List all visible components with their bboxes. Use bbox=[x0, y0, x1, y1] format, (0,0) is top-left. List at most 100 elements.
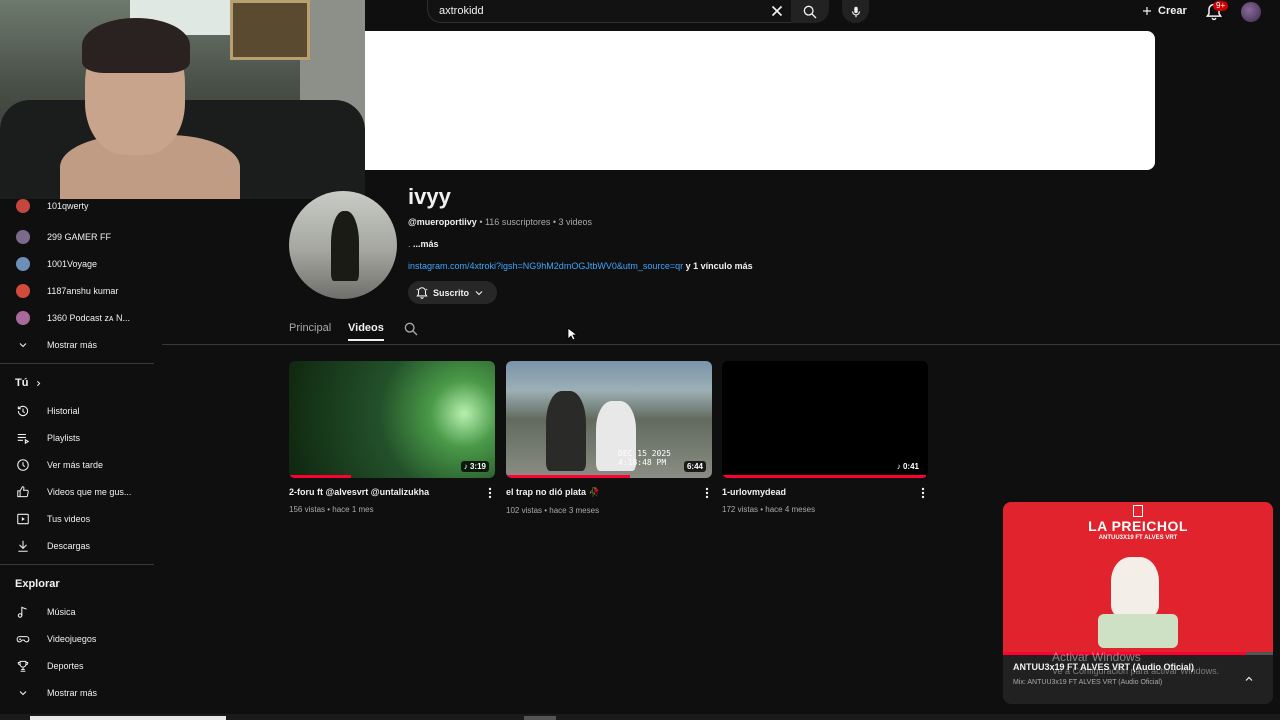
sidebar-item-music[interactable]: Música bbox=[0, 598, 154, 625]
webcam-picture-frame bbox=[230, 0, 310, 60]
taskbar-active-item[interactable] bbox=[30, 716, 226, 720]
search-icon[interactable] bbox=[403, 321, 419, 337]
notifications-badge: 9+ bbox=[1213, 1, 1229, 11]
channel-avatar bbox=[15, 229, 31, 245]
search-input-value[interactable]: axtrokidd bbox=[439, 5, 484, 17]
video-card[interactable]: ♪ 3:19 2-foru ft @alvesvrt @untalizukha … bbox=[289, 361, 495, 514]
sidebar-subscription[interactable]: 1001Voyage bbox=[0, 250, 154, 277]
video-card[interactable]: ♪ 0:41 1-urlovmydead 172 vistas • hace 4… bbox=[722, 361, 928, 514]
tab-videos[interactable]: Videos bbox=[348, 322, 384, 341]
sidebar-item-label: 1001Voyage bbox=[47, 258, 98, 269]
thumbnail-date-stamp: DEC 15 2025 4:18:48 PM bbox=[618, 449, 671, 467]
sidebar-subscription[interactable]: 299 GAMER FF bbox=[0, 223, 154, 250]
sidebar-item-label: Descargas bbox=[47, 540, 91, 551]
sidebar-item-gaming[interactable]: Videojuegos bbox=[0, 625, 154, 652]
create-button[interactable]: Crear bbox=[1135, 0, 1195, 22]
subscribed-button-label: Suscrito bbox=[433, 287, 470, 298]
sidebar-item-label: Deportes bbox=[47, 660, 84, 671]
more-options-icon[interactable] bbox=[703, 487, 711, 499]
thumbs-up-icon bbox=[15, 484, 31, 500]
chevron-down-icon bbox=[475, 290, 483, 295]
webcam-overlay bbox=[0, 0, 365, 199]
duration-value: 0:41 bbox=[902, 462, 919, 471]
sidebar-divider bbox=[0, 363, 154, 364]
clock-icon bbox=[15, 457, 31, 473]
sidebar-item-playlists[interactable]: Playlists bbox=[0, 424, 154, 451]
sidebar-item-history[interactable]: Historial bbox=[0, 397, 154, 424]
sidebar-item-label: 1360 Podcast ᴢᴀ N... bbox=[47, 312, 131, 323]
video-thumbnail[interactable]: ♪ 0:41 bbox=[722, 361, 928, 478]
voice-search-button[interactable] bbox=[842, 0, 869, 23]
search-button[interactable] bbox=[791, 0, 829, 23]
sidebar-item-your-videos[interactable]: Tus videos bbox=[0, 505, 154, 532]
video-title[interactable]: 2-foru ft @alvesvrt @untalizukha bbox=[289, 487, 475, 497]
chevron-right-icon bbox=[37, 380, 41, 386]
duration-value: 3:19 bbox=[469, 462, 486, 471]
thumbnail-person bbox=[546, 391, 586, 471]
channel-more-links[interactable]: y 1 vínculo más bbox=[686, 261, 753, 271]
channel-handle: @mueroportiivy bbox=[408, 217, 477, 227]
more-options-icon[interactable] bbox=[919, 487, 927, 499]
history-icon bbox=[15, 403, 31, 419]
channel-avatar[interactable] bbox=[289, 191, 397, 299]
more-options-icon[interactable] bbox=[486, 487, 494, 499]
video-card[interactable]: DEC 15 2025 4:18:48 PM 6:44 el trap no d… bbox=[506, 361, 712, 515]
sidebar-you-heading[interactable]: Tú bbox=[0, 369, 154, 397]
miniplayer-subtitle: Mix: ANTUU3x19 FT ALVES VRT (Audio Ofici… bbox=[1013, 679, 1163, 686]
taskbar-item[interactable] bbox=[524, 716, 556, 720]
sidebar-item-watch-later[interactable]: Ver más tarde bbox=[0, 451, 154, 478]
chevron-up-icon[interactable] bbox=[1243, 673, 1255, 685]
bell-icon bbox=[416, 286, 428, 299]
video-duration: 6:44 bbox=[683, 461, 706, 472]
album-logo-icon bbox=[1133, 505, 1143, 517]
create-button-label: Crear bbox=[1158, 5, 1187, 17]
sidebar-item-label: 1187anshu kumar bbox=[47, 285, 119, 296]
channel-links: instagram.com/4xtroki?igsh=NG9hM2dmOGJtb… bbox=[408, 261, 753, 271]
sidebar-show-more[interactable]: Mostrar más bbox=[0, 331, 154, 358]
sidebar-item-downloads[interactable]: Descargas bbox=[0, 532, 154, 559]
sidebar-heading-label: Explorar bbox=[15, 578, 60, 590]
download-icon bbox=[15, 538, 31, 554]
sidebar-item-liked-videos[interactable]: Videos que me gus... bbox=[0, 478, 154, 505]
sidebar-item-sports[interactable]: Deportes bbox=[0, 652, 154, 679]
account-avatar[interactable] bbox=[1241, 2, 1261, 22]
sidebar-item-label: Playlists bbox=[47, 432, 81, 443]
channel-link[interactable]: instagram.com/4xtroki?igsh=NG9hM2dmOGJtb… bbox=[408, 261, 683, 271]
tab-principal[interactable]: Principal bbox=[289, 322, 331, 334]
sidebar-item-label: Tus videos bbox=[47, 513, 91, 524]
channel-banner bbox=[365, 31, 1155, 170]
channel-avatar bbox=[15, 310, 31, 326]
channel-description-more[interactable]: ...más bbox=[413, 239, 439, 249]
sidebar-subscription[interactable]: 1187anshu kumar bbox=[0, 277, 154, 304]
channel-description[interactable]: . ...más bbox=[408, 239, 439, 249]
search-input[interactable]: axtrokidd bbox=[427, 0, 791, 23]
search-icon bbox=[803, 5, 817, 18]
sidebar-show-more[interactable]: Mostrar más bbox=[0, 679, 154, 706]
video-title[interactable]: el trap no dió plata 🥀 bbox=[506, 487, 692, 498]
sidebar-item-label: Mostrar más bbox=[47, 687, 98, 698]
channel-name: ivyy bbox=[408, 184, 451, 209]
sidebar-subscription[interactable]: 101qwerty bbox=[0, 199, 154, 213]
video-meta: 156 vistas • hace 1 mes bbox=[289, 505, 374, 514]
sidebar-item-label: Mostrar más bbox=[47, 339, 98, 350]
video-title[interactable]: 1-urlovmydead bbox=[722, 487, 908, 497]
close-icon[interactable] bbox=[768, 2, 786, 20]
your-videos-icon bbox=[15, 511, 31, 527]
sidebar-subscription[interactable]: 1360 Podcast ᴢᴀ N... bbox=[0, 304, 154, 331]
trophy-icon bbox=[15, 658, 31, 674]
subscribed-button[interactable]: Suscrito bbox=[408, 281, 497, 304]
watch-progress bbox=[289, 475, 351, 478]
sidebar-explore-heading: Explorar bbox=[0, 570, 154, 598]
video-thumbnail[interactable]: DEC 15 2025 4:18:48 PM 6:44 bbox=[506, 361, 712, 478]
channel-tabs: Principal Videos bbox=[162, 318, 1280, 345]
video-thumbnail[interactable]: ♪ 3:19 bbox=[289, 361, 495, 478]
music-icon bbox=[15, 604, 31, 620]
sidebar-item-label: Música bbox=[47, 606, 76, 617]
webcam-person-hair bbox=[82, 18, 190, 73]
channel-avatar bbox=[15, 256, 31, 272]
gaming-icon bbox=[15, 631, 31, 647]
channel-subscribers: 116 suscriptores bbox=[484, 217, 551, 227]
artwork-subtitle: ANTUU3X19 FT ALVES VRT bbox=[1098, 535, 1178, 541]
sidebar-item-label: 299 GAMER FF bbox=[47, 231, 112, 242]
miniplayer-artwork[interactable]: LA PREICHOL ANTUU3X19 FT ALVES VRT bbox=[1003, 502, 1273, 654]
